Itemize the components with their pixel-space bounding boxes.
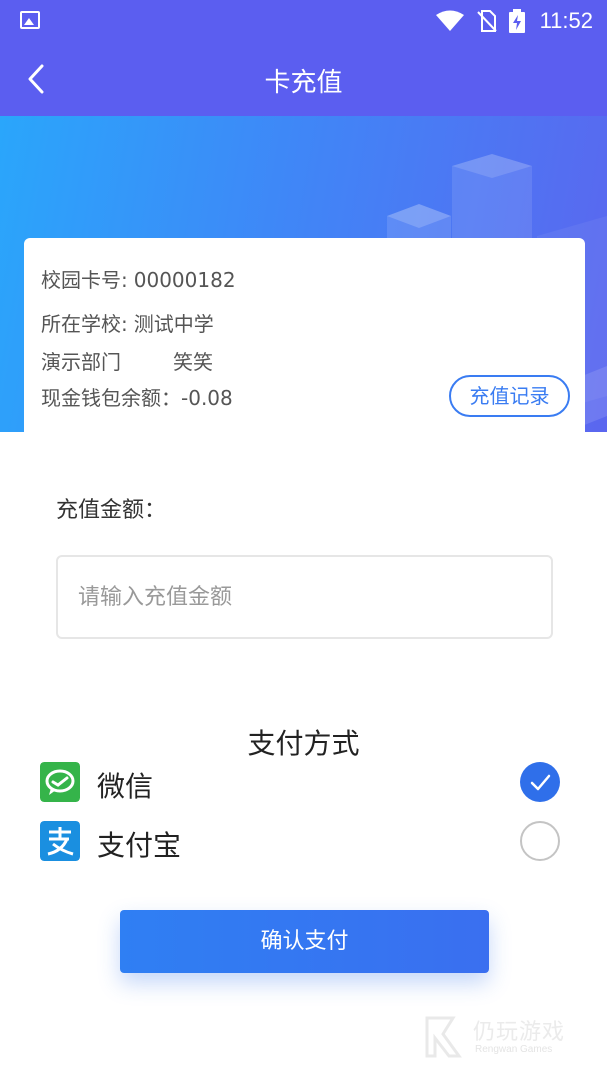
status-icons bbox=[435, 9, 525, 33]
no-sim-icon bbox=[477, 10, 497, 32]
balance-value: -0.08 bbox=[181, 386, 233, 410]
battery-charging-icon bbox=[509, 9, 525, 33]
recharge-record-button[interactable]: 充值记录 bbox=[449, 375, 570, 417]
check-icon bbox=[530, 774, 551, 791]
watermark-logo-icon bbox=[425, 1016, 462, 1058]
watermark-text: 仍玩游戏 bbox=[473, 1020, 566, 1045]
alipay-radio-unchecked[interactable] bbox=[520, 821, 560, 861]
alipay-icon bbox=[40, 821, 80, 861]
payment-option-alipay[interactable]: 支付宝 bbox=[40, 821, 560, 863]
amount-label: 充值金额： bbox=[56, 498, 167, 523]
user-name: 笑笑 bbox=[173, 350, 213, 374]
school-row: 所在学校: 测试中学 bbox=[41, 308, 214, 337]
page-title: 卡充值 bbox=[264, 68, 343, 98]
card-number-label: 校园卡号: bbox=[41, 268, 128, 292]
wechat-label: 微信 bbox=[97, 770, 154, 803]
school-name: 测试中学 bbox=[133, 312, 214, 336]
payment-option-wechat[interactable]: 微信 bbox=[40, 762, 560, 804]
wechat-icon bbox=[40, 762, 80, 802]
balance-row: 现金钱包余额：-0.08 bbox=[41, 382, 233, 411]
status-time: 11:52 bbox=[539, 8, 593, 33]
department-row: 演示部门 笑笑 bbox=[41, 346, 213, 375]
card-info: 校园卡号: 00000182 所在学校: 测试中学 演示部门 笑笑 现金钱包余额：-0… bbox=[24, 238, 585, 432]
school-label: 所在学校: bbox=[41, 312, 128, 336]
card-number-row: 校园卡号: 00000182 bbox=[41, 264, 236, 293]
confirm-payment-button[interactable]: 确认支付 bbox=[120, 910, 489, 973]
card-number: 00000182 bbox=[133, 268, 236, 292]
wifi-icon bbox=[436, 10, 464, 31]
watermark-subtext: Rengwan Games bbox=[475, 1044, 553, 1055]
wechat-radio-checked[interactable] bbox=[520, 762, 560, 802]
payment-method-title: 支付方式 bbox=[247, 727, 360, 760]
balance-label: 现金钱包余额： bbox=[41, 386, 181, 410]
app-bar: 卡充值 bbox=[0, 42, 607, 116]
status-bar: 11:52 bbox=[0, 0, 607, 42]
watermark: 仍玩游戏 Rengwan Games bbox=[423, 1012, 583, 1064]
image-icon bbox=[20, 11, 40, 29]
alipay-label: 支付宝 bbox=[97, 829, 182, 862]
amount-input[interactable] bbox=[56, 555, 553, 639]
department: 演示部门 bbox=[41, 350, 121, 374]
